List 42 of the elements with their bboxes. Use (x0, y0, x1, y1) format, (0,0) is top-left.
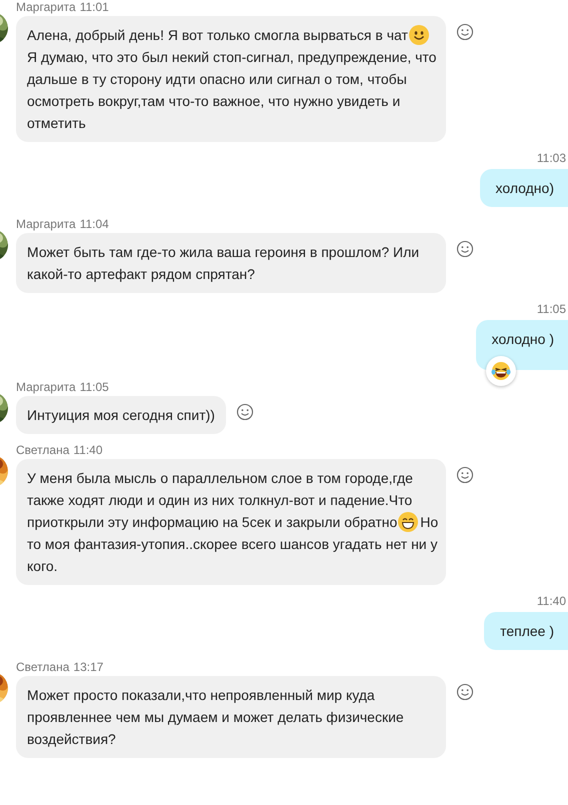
message-time: 11:03 (536, 151, 566, 165)
message-time: 13:17 (73, 660, 104, 674)
laughing-emoji-icon (490, 361, 511, 381)
sender-name: Светлана (16, 443, 70, 457)
add-reaction-icon[interactable] (456, 683, 474, 701)
message-text: также ходят люди и один из них толкнул-вот и падение.Что (27, 491, 412, 510)
message-text: дальше в ту сторону идти опасно или сигнал о том, чтобы (27, 70, 407, 89)
message-text: Я думаю, что это был некий стоп-сигнал, предупреждение, что (27, 48, 436, 67)
message-text: теплее ) (500, 622, 554, 641)
message-text: холодно) (496, 179, 554, 198)
message-text: кого. (27, 557, 58, 576)
message-time: 11:01 (80, 0, 109, 14)
add-reaction-icon[interactable] (456, 466, 474, 484)
message-text: приоткрыли эту информацию на 5сек и закрыли обратно (27, 513, 398, 532)
message-text: воздействия? (27, 730, 116, 749)
message-text: то моя фантазия-утопия..скорее всего шансов угадать нет ни у (27, 535, 438, 554)
add-reaction-icon[interactable] (456, 23, 474, 41)
message-text: какой-то артефакт рядом спрятан? (27, 265, 255, 284)
message-time: 11:05 (536, 302, 566, 316)
reaction-badge[interactable] (486, 356, 516, 386)
sender-name: Маргарита (16, 380, 76, 394)
message-text: осмотреть вокруг,там что-то важное, что нужно увидеть и (27, 92, 400, 111)
sender-name: Маргарита (16, 217, 76, 231)
message-text: Алена, добрый день! Я вот только смогла вырваться в чат (27, 26, 408, 45)
message-time: 11:04 (80, 217, 109, 231)
sender-name: Светлана (16, 660, 70, 674)
add-reaction-icon[interactable] (456, 240, 474, 258)
add-reaction-icon[interactable] (236, 403, 254, 421)
message-text: У меня была мысль о параллельном слое в том городе,где (27, 469, 413, 488)
grinning-emoji-icon (398, 512, 418, 532)
message-text: отметить (27, 114, 86, 133)
smiley-emoji-icon (408, 25, 429, 45)
message-text: холодно ) (492, 330, 554, 349)
message-text: Может быть там где-то жила ваша героиня в прошлом? Или (27, 243, 420, 262)
message-text: Может просто показали,что непроявленный мир куда (27, 686, 375, 705)
message-time: 11:05 (80, 380, 109, 394)
message-text: Интуиция моя сегодня спит)) (27, 406, 215, 425)
message-text: Но (420, 513, 438, 532)
message-time: 11:40 (73, 443, 103, 457)
sender-name: Маргарита (16, 0, 76, 14)
message-text: проявленнее чем мы думаем и может делать физические (27, 708, 404, 727)
message-time: 11:40 (536, 594, 566, 608)
